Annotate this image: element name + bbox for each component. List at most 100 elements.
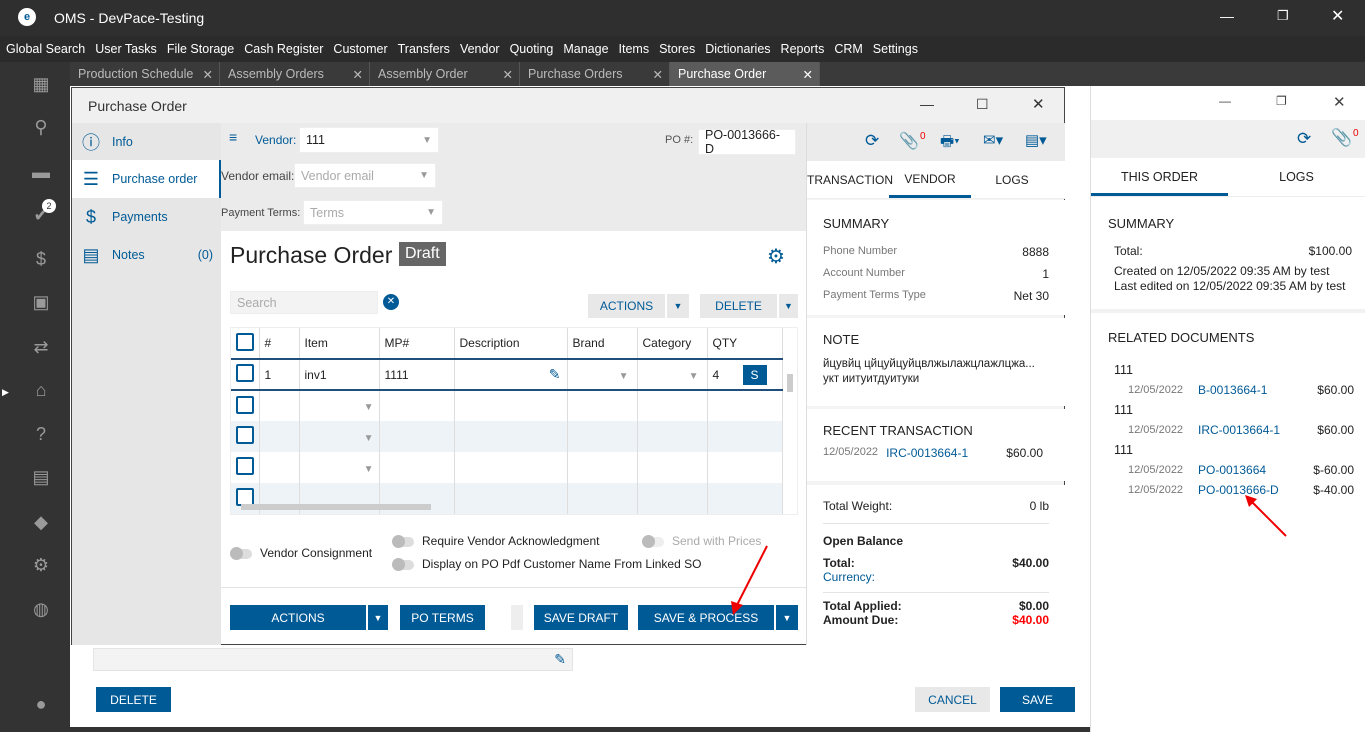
maximize-icon[interactable]: ❐ (1277, 8, 1289, 24)
minimize-icon[interactable]: — (920, 96, 934, 112)
menu-manage[interactable]: Manage (563, 42, 608, 56)
document-icon[interactable]: ▤▾ (1025, 131, 1047, 149)
menu-cash-register[interactable]: Cash Register (244, 42, 323, 56)
search-input[interactable]: Search (230, 291, 378, 314)
clipboard-icon[interactable]: ▤ (30, 467, 52, 489)
menu-quoting[interactable]: Quoting (510, 42, 554, 56)
tab-this-order[interactable]: THIS ORDER (1091, 158, 1228, 196)
menu-user-tasks[interactable]: User Tasks (95, 42, 157, 56)
tab-assembly-orders[interactable]: Assembly Orders ✕ (220, 62, 370, 86)
minimize-icon[interactable]: — (1220, 8, 1234, 24)
save-process-dropdown[interactable]: ▼ (776, 605, 798, 630)
doc-link[interactable]: B-0013664-1 (1192, 380, 1317, 400)
nav-payments[interactable]: $ Payments (72, 198, 221, 236)
email-icon[interactable]: ✉▾ (983, 131, 1003, 149)
menu-transfers[interactable]: Transfers (398, 42, 450, 56)
menu-global-search[interactable]: Global Search (6, 42, 85, 56)
actions-dropdown[interactable]: ▼ (368, 605, 388, 630)
menu-settings[interactable]: Settings (873, 42, 918, 56)
toggle-switch[interactable] (392, 534, 414, 548)
pencil-icon[interactable]: ✎ (549, 366, 561, 382)
tab-vendor[interactable]: VENDOR (889, 161, 971, 198)
col-brand[interactable]: Brand (567, 328, 638, 359)
globe-icon[interactable]: ◍ (30, 599, 52, 621)
menu-crm[interactable]: CRM (834, 42, 862, 56)
doc-link[interactable]: IRC-0013664-1 (1192, 420, 1317, 440)
close-tab-icon[interactable]: ✕ (353, 67, 363, 82)
close-icon[interactable]: ✕ (1331, 6, 1344, 26)
toggle-switch[interactable] (642, 534, 664, 548)
col-category[interactable]: Category (637, 328, 708, 359)
search-icon[interactable]: ⚲ (30, 117, 52, 139)
nav-notes[interactable]: ▤ Notes (0) (72, 236, 221, 274)
refresh-icon[interactable]: ⟳ (865, 131, 879, 151)
row-checkbox[interactable] (236, 457, 254, 475)
maximize-icon[interactable]: ☐ (976, 96, 989, 113)
row-mp[interactable]: 1111 (379, 359, 455, 390)
row-item[interactable]: inv1 (299, 359, 380, 390)
vendor-email-select[interactable]: Vendor email ▼ (294, 163, 436, 188)
close-tab-icon[interactable]: ✕ (203, 67, 213, 82)
menu-file-storage[interactable]: File Storage (167, 42, 234, 56)
refresh-icon[interactable]: ⟳ (1297, 129, 1311, 149)
item-dropdown-icon[interactable]: ▼ (364, 464, 374, 475)
menu-customer[interactable]: Customer (333, 42, 387, 56)
maximize-icon[interactable]: ❐ (1276, 94, 1287, 108)
s-button[interactable]: S (742, 364, 767, 385)
menu-stores[interactable]: Stores (659, 42, 695, 56)
menu-items[interactable]: Items (619, 42, 650, 56)
save-draft-button[interactable]: SAVE DRAFT (534, 605, 628, 630)
grid-actions-dropdown[interactable]: ▼ (667, 294, 689, 318)
menu-vendor[interactable]: Vendor (460, 42, 500, 56)
tab-logs[interactable]: LOGS (971, 161, 1053, 198)
doc-link[interactable]: PO-0013664 (1192, 460, 1313, 480)
close-tab-icon[interactable]: ✕ (503, 67, 513, 82)
clear-search-icon[interactable]: ✕ (383, 294, 399, 310)
transfer-icon[interactable]: ⇄ (30, 337, 52, 359)
tab-production-schedule[interactable]: Production Schedule ✕ (70, 62, 220, 86)
grid-delete-dropdown[interactable]: ▼ (779, 294, 798, 318)
col-mp[interactable]: MP# (379, 328, 455, 359)
vendor-select[interactable]: 111 ▼ (299, 127, 439, 153)
toggle-switch[interactable] (392, 557, 414, 571)
expand-arrow-icon[interactable]: ▶ (2, 387, 9, 398)
horizontal-scrollbar[interactable] (241, 504, 431, 510)
save-button[interactable]: SAVE (1000, 687, 1075, 712)
pencil-icon[interactable]: ✎ (554, 651, 566, 668)
tab-purchase-orders[interactable]: Purchase Orders ✕ (520, 62, 670, 86)
tag-icon[interactable]: ◆ (30, 512, 52, 534)
notes-edit-field[interactable]: ✎ (93, 648, 573, 671)
currency-link[interactable]: Currency: (823, 570, 1049, 593)
payment-terms-select[interactable]: Terms ▼ (303, 200, 443, 225)
delete-button[interactable]: DELETE (96, 687, 171, 712)
row-qty[interactable]: 4 (713, 368, 743, 382)
settings-gear-icon[interactable]: ⚙ (767, 244, 785, 269)
minimize-icon[interactable]: — (1219, 94, 1231, 108)
gear-icon[interactable]: ⚙ (30, 555, 52, 577)
tab-logs[interactable]: LOGS (1228, 158, 1365, 196)
row-checkbox[interactable] (236, 395, 254, 414)
cancel-button[interactable]: CANCEL (915, 687, 990, 712)
store-icon[interactable]: ⌂ (30, 380, 52, 402)
calculator-icon[interactable]: ▦ (30, 74, 52, 96)
item-dropdown-icon[interactable]: ▼ (364, 433, 374, 444)
col-description[interactable]: Description (454, 328, 568, 359)
user-icon[interactable]: ● (30, 694, 52, 716)
brand-dropdown-icon[interactable]: ▼ (619, 371, 629, 382)
tab-purchase-order[interactable]: Purchase Order ✕ (670, 62, 820, 86)
nav-purchase-order[interactable]: ☰ Purchase order (72, 160, 221, 198)
tab-transaction[interactable]: TRANSACTION (807, 161, 893, 198)
close-tab-icon[interactable]: ✕ (803, 67, 813, 82)
col-item[interactable]: Item (299, 328, 380, 359)
attachment-icon[interactable]: 📎 (899, 131, 919, 151)
select-all-checkbox[interactable] (236, 332, 254, 351)
nav-info[interactable]: ⓘ Info (72, 123, 221, 161)
quote-icon[interactable]: ? (30, 424, 52, 446)
row-checkbox[interactable] (236, 426, 254, 444)
grid-actions-button[interactable]: ACTIONS (588, 294, 665, 318)
recent-doc-link[interactable]: IRC-0013664-1 (878, 446, 1006, 460)
tab-assembly-order[interactable]: Assembly Order ✕ (370, 62, 520, 86)
col-qty[interactable]: QTY (707, 328, 783, 359)
col-num[interactable]: # (259, 328, 300, 359)
vertical-scrollbar[interactable] (787, 374, 793, 392)
